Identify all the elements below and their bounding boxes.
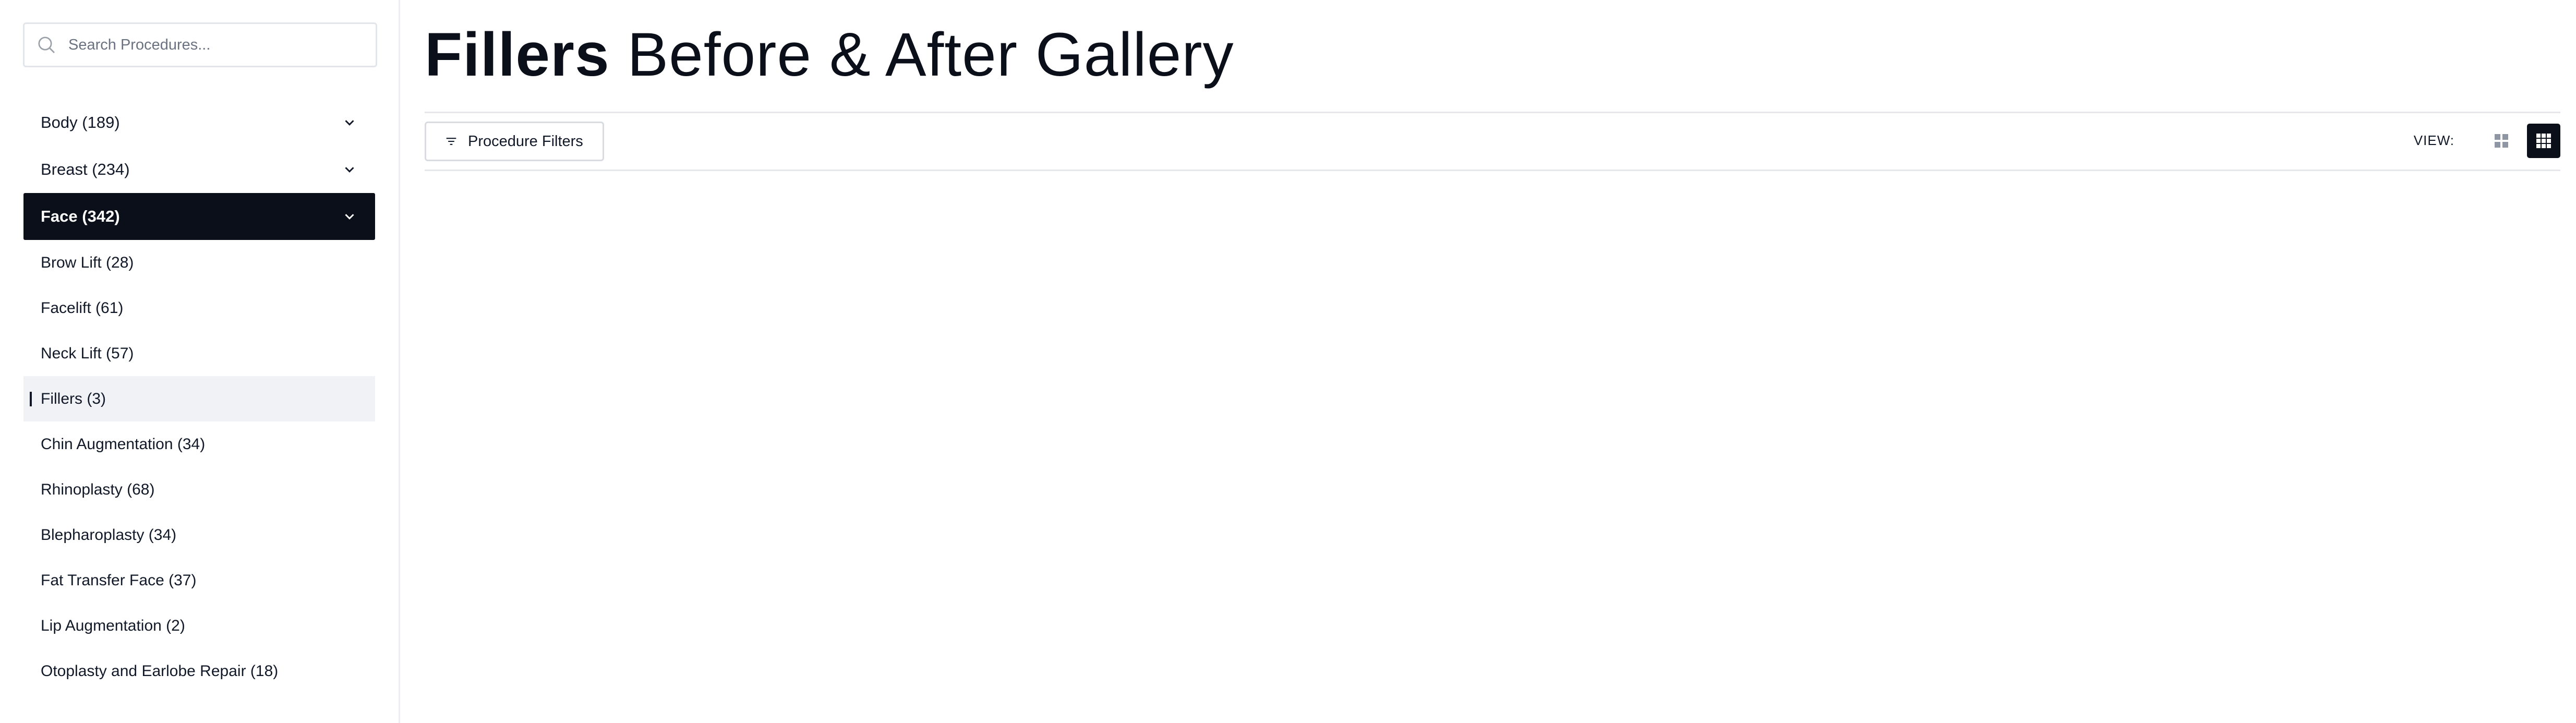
category-label: Face (342)	[41, 207, 120, 225]
sub-item-blepharoplasty[interactable]: Blepharoplasty (34)	[23, 512, 375, 558]
view-label: VIEW:	[2413, 132, 2454, 148]
sub-item-label: Blepharoplasty (34)	[41, 526, 177, 544]
chevron-down-icon	[345, 214, 354, 220]
procedure-menu: Body (189) Breast (234) Face (342) Brow …	[23, 99, 375, 694]
sub-item-label: Neck Lift (57)	[41, 344, 134, 362]
toolbar-divider-bottom	[425, 170, 2560, 171]
procedure-filters-button[interactable]: Procedure Filters	[425, 122, 604, 161]
page-title-rest: Before & After Gallery	[609, 20, 1234, 89]
sub-item-rhinoplasty[interactable]: Rhinoplasty (68)	[23, 467, 375, 512]
category-breast[interactable]: Breast (234)	[23, 146, 375, 193]
chevron-down-icon	[345, 120, 354, 126]
search-input[interactable]	[67, 35, 370, 54]
sub-item-fat-transfer-face[interactable]: Fat Transfer Face (37)	[23, 558, 375, 603]
sub-item-chin-augmentation[interactable]: Chin Augmentation (34)	[23, 421, 375, 467]
sub-item-neck-lift[interactable]: Neck Lift (57)	[23, 331, 375, 376]
procedure-filters-label: Procedure Filters	[468, 132, 583, 150]
sub-item-brow-lift[interactable]: Brow Lift (28)	[23, 240, 375, 285]
sub-item-facelift[interactable]: Facelift (61)	[23, 285, 375, 331]
sub-item-fillers[interactable]: Fillers (3)	[23, 376, 375, 421]
category-label: Body (189)	[41, 113, 120, 131]
filter-icon	[446, 138, 456, 145]
category-label: Breast (234)	[41, 160, 130, 178]
sub-item-label: Fillers (3)	[41, 390, 106, 407]
chevron-down-icon	[345, 167, 354, 173]
gallery-main: Fillers Before & After Gallery Procedure…	[400, 0, 2576, 723]
sub-item-label: Otoplasty and Earlobe Repair (18)	[41, 662, 279, 680]
category-face[interactable]: Face (342)	[23, 193, 375, 240]
sub-item-label: Lip Augmentation (2)	[41, 617, 185, 634]
category-body[interactable]: Body (189)	[23, 99, 375, 146]
sidebar: Body (189) Breast (234) Face (342) Brow …	[0, 0, 400, 723]
page-title-bold: Fillers	[425, 20, 610, 89]
sub-item-label: Facelift (61)	[41, 299, 124, 317]
sub-item-label: Fat Transfer Face (37)	[41, 571, 197, 589]
sub-item-label: Brow Lift (28)	[41, 254, 134, 271]
sub-item-lip-augmentation[interactable]: Lip Augmentation (2)	[23, 603, 375, 648]
view-large-grid-button[interactable]	[2485, 124, 2518, 158]
grid-large-icon	[2495, 134, 2508, 148]
grid-small-icon	[2536, 134, 2551, 148]
search-box[interactable]	[23, 22, 377, 67]
sub-item-label: Chin Augmentation (34)	[41, 435, 206, 453]
view-small-grid-button[interactable]	[2527, 124, 2560, 158]
sub-item-otoplasty[interactable]: Otoplasty and Earlobe Repair (18)	[23, 648, 375, 694]
sub-item-label: Rhinoplasty (68)	[41, 480, 155, 498]
page-title: Fillers Before & After Gallery	[425, 16, 1234, 94]
toolbar-divider-top	[425, 112, 2560, 113]
search-icon	[38, 37, 55, 53]
